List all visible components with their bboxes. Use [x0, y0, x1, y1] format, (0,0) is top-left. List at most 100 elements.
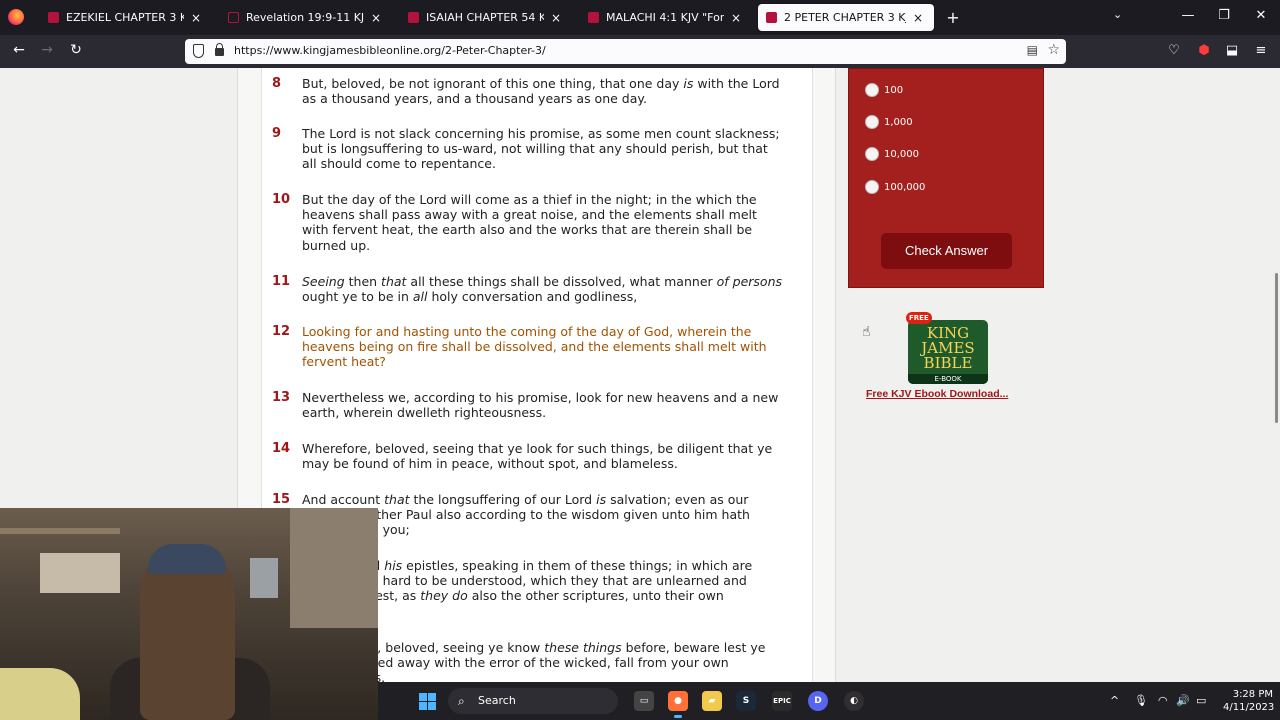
extension-icon[interactable]: ⬢: [1196, 43, 1212, 58]
epic-games-icon[interactable]: EPIC: [772, 691, 792, 711]
tab-isaiah[interactable]: ISAIAH CHAPTER 54 KJV ×: [400, 4, 572, 31]
volume-icon[interactable]: 🔊: [1176, 694, 1190, 707]
electrical-panel: [250, 558, 278, 598]
restore-icon[interactable]: ❐: [1216, 8, 1232, 23]
reader-view-icon[interactable]: ▤: [1027, 43, 1038, 57]
verse-number[interactable]: 11: [272, 274, 290, 289]
tab-ezekiel[interactable]: EZEKIEL CHAPTER 3 KJV ×: [40, 4, 212, 31]
option-label: 100: [884, 84, 904, 96]
tab-title: ISAIAH CHAPTER 54 KJV: [426, 11, 544, 24]
folder-icon[interactable]: ▰: [702, 691, 722, 711]
lock-icon[interactable]: [215, 43, 224, 56]
chevron-up-icon[interactable]: ^: [1110, 694, 1119, 707]
menu-icon[interactable]: ≡: [1253, 43, 1269, 58]
windows-taskbar: ⌕ Search ▭ ● ▰ S EPIC D ◐ ^ 🎙 ◠ 🔊 ▭ 3:28…: [378, 682, 1280, 720]
webcam-overlay: [0, 508, 378, 720]
bible-favicon-icon: [588, 12, 599, 23]
radio-button[interactable]: [865, 180, 879, 194]
free-ebook-download-link[interactable]: Free KJV Ebook Download...: [866, 388, 1008, 400]
radio-button[interactable]: [865, 115, 879, 129]
quiz-option-100000[interactable]: 100,000: [865, 180, 925, 194]
tab-title: MALACHI 4:1 KJV "For, behold,: [606, 11, 724, 24]
battery-icon[interactable]: ▭: [1196, 694, 1206, 707]
verse-text: But the day of the Lord will come as a t…: [302, 192, 757, 253]
ebook-title: KING JAMES BIBLE: [921, 324, 975, 372]
verse-text: Looking for and hasting unto the coming …: [302, 324, 767, 370]
page-scrollbar[interactable]: [1275, 273, 1278, 423]
firefox-icon[interactable]: [8, 9, 24, 25]
shelf-unit: [290, 508, 378, 628]
windows-start-icon[interactable]: [419, 693, 436, 710]
tab-title: 2 PETER CHAPTER 3 KJV: [784, 11, 906, 24]
tracking-shield-icon[interactable]: [193, 44, 204, 58]
pocket-icon[interactable]: ♡: [1166, 43, 1182, 58]
bible-quiz-box: 100 1,000 10,000 100,000 Check Answer: [848, 68, 1044, 288]
quiz-option-100[interactable]: 100: [865, 83, 903, 97]
verse-text: But, beloved, be not ignorant of this on…: [302, 76, 780, 107]
steam-icon[interactable]: S: [736, 691, 756, 711]
verse-number[interactable]: 10: [272, 192, 290, 207]
tab-close-icon[interactable]: ×: [188, 11, 204, 25]
tab-2-peter[interactable]: 2 PETER CHAPTER 3 KJV ×: [758, 4, 934, 31]
tab-title: Revelation 19:9-11 KJV - And he: [246, 11, 364, 24]
verse-10: 10 But the day of the Lord will come as …: [272, 192, 782, 253]
tab-malachi[interactable]: MALACHI 4:1 KJV "For, behold, ×: [580, 4, 752, 31]
tab-close-icon[interactable]: ×: [548, 11, 564, 25]
url-text[interactable]: https://www.kingjamesbibleonline.org/2-P…: [234, 44, 546, 57]
microphone-icon[interactable]: 🎙: [1134, 694, 1148, 707]
bible-favicon-icon: [766, 12, 777, 23]
clock[interactable]: 3:28 PM 4/11/2023: [1223, 688, 1274, 714]
quiz-option-10000[interactable]: 10,000: [865, 147, 919, 161]
address-bar[interactable]: https://www.kingjamesbibleonline.org/2-P…: [185, 39, 1066, 64]
verse-12-highlighted: 12 Looking for and hasting unto the comi…: [272, 324, 782, 370]
verse-11: 11 Seeing then that all these things sha…: [272, 274, 782, 304]
tab-close-icon[interactable]: ×: [368, 11, 384, 25]
verse-number[interactable]: 12: [272, 324, 290, 339]
verse-14: 14 Wherefore, beloved, seeing that ye lo…: [272, 441, 782, 471]
verse-number[interactable]: 13: [272, 390, 290, 405]
back-icon[interactable]: ←: [10, 42, 28, 58]
obs-icon[interactable]: ◐: [844, 691, 864, 711]
free-badge: FREE: [906, 312, 932, 324]
navigation-toolbar: ← → ↻ https://www.kingjamesbibleonline.o…: [0, 35, 1280, 68]
radio-button[interactable]: [865, 83, 879, 97]
discord-icon[interactable]: D: [808, 691, 828, 711]
light-fixture: [0, 668, 80, 720]
verse-number[interactable]: 15: [272, 492, 290, 507]
tab-revelation[interactable]: Revelation 19:9-11 KJV - And he ×: [220, 4, 392, 31]
option-label: 100,000: [884, 181, 926, 193]
clock-time: 3:28 PM: [1232, 689, 1273, 700]
verse-13: 13 Nevertheless we, according to his pro…: [272, 390, 782, 421]
forward-icon[interactable]: →: [38, 42, 56, 58]
firefox-taskbar-icon[interactable]: ●: [668, 691, 688, 718]
kjv-ebook-cover[interactable]: FREE KING JAMES BIBLE E-BOOK: [906, 312, 988, 384]
ebook-subtitle: E-BOOK: [908, 374, 988, 384]
option-label: 10,000: [884, 148, 919, 160]
hand-cursor-icon: ☝: [862, 324, 871, 340]
verse-text: The Lord is not slack concerning his pro…: [302, 126, 780, 172]
taskbar-search[interactable]: ⌕ Search: [448, 688, 618, 714]
tab-strip: EZEKIEL CHAPTER 3 KJV × Revelation 19:9-…: [0, 0, 1280, 35]
shelf: [0, 528, 120, 534]
loading-favicon-icon: [228, 12, 239, 23]
search-label: Search: [478, 694, 516, 707]
file-manager-icon[interactable]: ▭: [634, 691, 654, 711]
wifi-icon[interactable]: ◠: [1158, 694, 1168, 707]
new-tab-icon[interactable]: +: [944, 8, 962, 27]
tab-close-icon[interactable]: ×: [728, 11, 744, 25]
verse-number[interactable]: 14: [272, 441, 290, 456]
bible-favicon-icon: [408, 12, 419, 23]
close-window-icon[interactable]: ✕: [1253, 8, 1269, 23]
verse-number[interactable]: 8: [272, 76, 281, 91]
reload-icon[interactable]: ↻: [67, 42, 85, 58]
bookmark-star-icon[interactable]: ☆: [1047, 42, 1060, 58]
radio-button[interactable]: [865, 147, 879, 161]
tab-close-icon[interactable]: ×: [910, 11, 926, 25]
quiz-option-1000[interactable]: 1,000: [865, 115, 913, 129]
minimize-icon[interactable]: —: [1180, 8, 1196, 23]
verse-text: Nevertheless we, according to his promis…: [302, 390, 779, 421]
extensions-puzzle-icon[interactable]: ⬓: [1224, 43, 1240, 58]
check-answer-button[interactable]: Check Answer: [881, 233, 1012, 269]
list-all-tabs-icon[interactable]: ⌄: [1113, 8, 1122, 21]
verse-number[interactable]: 9: [272, 126, 281, 141]
